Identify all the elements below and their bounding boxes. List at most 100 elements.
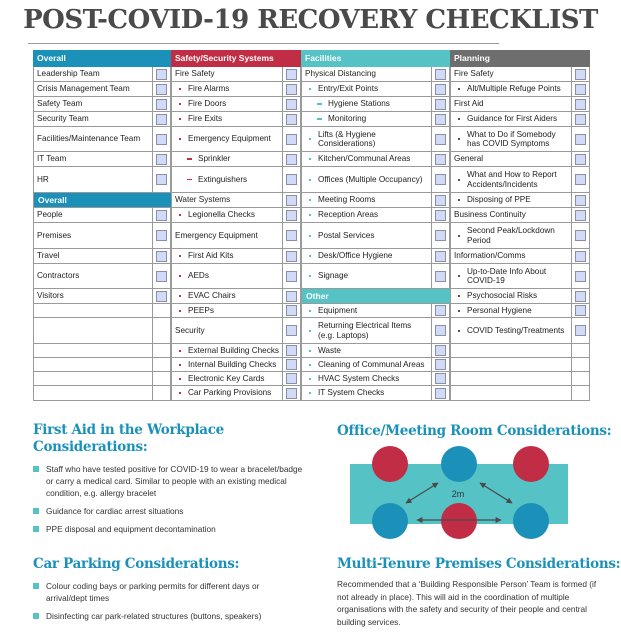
checkbox[interactable] xyxy=(286,113,297,125)
checkbox[interactable] xyxy=(156,113,167,125)
checkbox[interactable] xyxy=(575,209,586,221)
checkbox[interactable] xyxy=(286,194,297,206)
checkbox[interactable] xyxy=(575,325,586,336)
checkbox[interactable] xyxy=(575,194,586,206)
checkbox[interactable] xyxy=(286,325,297,336)
checkbox[interactable] xyxy=(575,83,586,95)
empty-row xyxy=(33,358,171,372)
bullet-icon xyxy=(309,309,311,312)
checkbox[interactable] xyxy=(156,290,167,302)
bullet-icon xyxy=(458,178,460,181)
checkbox[interactable] xyxy=(435,305,446,316)
checkbox[interactable] xyxy=(286,230,297,241)
checkbox[interactable] xyxy=(286,270,297,282)
checkbox[interactable] xyxy=(575,174,586,185)
item-label: Disposing of PPE xyxy=(467,195,531,205)
office-title: Office/Meeting Room Considerations: xyxy=(337,423,612,439)
checkbox[interactable] xyxy=(435,270,446,282)
checkbox[interactable] xyxy=(575,290,586,302)
checkbox[interactable] xyxy=(435,373,446,384)
first-aid-title: First Aid in the Workplace Consideration… xyxy=(33,422,224,456)
checkbox[interactable] xyxy=(286,68,297,80)
checkbox[interactable] xyxy=(156,250,167,262)
checkbox[interactable] xyxy=(286,153,297,165)
checkbox[interactable] xyxy=(286,133,297,145)
square-bullet-icon xyxy=(33,583,39,589)
checkbox[interactable] xyxy=(435,174,446,185)
checkbox[interactable] xyxy=(156,270,167,282)
checkbox[interactable] xyxy=(286,98,297,110)
checkbox[interactable] xyxy=(286,359,297,370)
checkbox[interactable] xyxy=(286,174,297,185)
facilities-header: Facilities xyxy=(301,50,450,67)
checkbox[interactable] xyxy=(156,133,167,145)
checkbox[interactable] xyxy=(156,209,167,221)
item-label: What to Do if Somebody has COVID Symptom… xyxy=(467,129,556,149)
checkbox[interactable] xyxy=(435,325,446,336)
checkbox[interactable] xyxy=(156,98,167,110)
bullet-icon xyxy=(179,392,181,394)
checkbox[interactable] xyxy=(435,153,446,165)
checkbox[interactable] xyxy=(575,68,586,80)
checkbox[interactable] xyxy=(575,98,586,110)
checkbox[interactable] xyxy=(286,290,297,302)
checkbox[interactable] xyxy=(435,194,446,206)
checklist-row: Sprinkler xyxy=(171,152,301,167)
checkbox[interactable] xyxy=(435,387,446,399)
checkbox[interactable] xyxy=(286,345,297,356)
empty-row xyxy=(33,344,171,358)
checkbox[interactable] xyxy=(435,83,446,95)
checkbox[interactable] xyxy=(435,359,446,370)
checkbox[interactable] xyxy=(575,230,586,241)
first-aid-title-line1: First Aid in the Workplace xyxy=(33,422,224,438)
checkbox[interactable] xyxy=(156,230,167,241)
checklist-row: Business Continuity xyxy=(450,208,590,223)
checklist-row: Fire Exits xyxy=(171,112,301,127)
checkbox[interactable] xyxy=(286,373,297,384)
checkbox[interactable] xyxy=(575,153,586,165)
checkbox[interactable] xyxy=(156,174,167,185)
overall-column: Overall Leadership Team Crisis Managemen… xyxy=(33,50,171,401)
checkbox[interactable] xyxy=(435,250,446,262)
bullet-icon xyxy=(179,118,181,120)
checklist-row: Monitoring xyxy=(301,112,450,127)
list-item: PPE disposal and equipment decontaminati… xyxy=(33,523,303,535)
checkbox[interactable] xyxy=(575,113,586,125)
page-title: POST-COVID-19 RECOVERY CHECKLIST xyxy=(23,5,598,35)
checkbox[interactable] xyxy=(435,98,446,110)
bullet-icon xyxy=(179,88,181,90)
checkbox[interactable] xyxy=(435,68,446,80)
checkbox[interactable] xyxy=(575,270,586,282)
checkbox[interactable] xyxy=(156,83,167,95)
checklist-row: General xyxy=(450,152,590,167)
checkbox[interactable] xyxy=(286,209,297,221)
checkbox[interactable] xyxy=(575,250,586,262)
item-label: Emergency Equipment xyxy=(188,134,271,144)
empty-row xyxy=(33,318,171,344)
checklist-row: Up-to-Date Info About COVID-19 xyxy=(450,264,590,289)
checklist-row: Electronic Key Cards xyxy=(171,372,301,386)
checkbox[interactable] xyxy=(286,250,297,262)
bullet-icon xyxy=(179,363,181,366)
checkbox[interactable] xyxy=(435,230,446,241)
checkbox[interactable] xyxy=(435,133,446,145)
item-label: IT System Checks xyxy=(318,388,385,398)
checkbox[interactable] xyxy=(286,387,297,399)
empty-row xyxy=(450,372,590,386)
checklist-row: Second Peak/Lockdown Period xyxy=(450,223,590,249)
checkbox[interactable] xyxy=(575,305,586,316)
dash-icon xyxy=(317,103,322,105)
checkbox[interactable] xyxy=(156,68,167,80)
empty-row xyxy=(33,386,171,401)
checkbox[interactable] xyxy=(575,133,586,145)
item-label: Hygiene Stations xyxy=(328,99,390,109)
checkbox[interactable] xyxy=(435,209,446,221)
checkbox[interactable] xyxy=(156,153,167,165)
checkbox[interactable] xyxy=(435,345,446,356)
item-label: Fire Safety xyxy=(175,69,215,79)
checkbox[interactable] xyxy=(286,83,297,95)
safety-header: Safety/Security Systems xyxy=(171,50,301,67)
checkbox[interactable] xyxy=(435,113,446,125)
checkbox[interactable] xyxy=(286,305,297,316)
item-label: HVAC System Checks xyxy=(318,373,400,383)
